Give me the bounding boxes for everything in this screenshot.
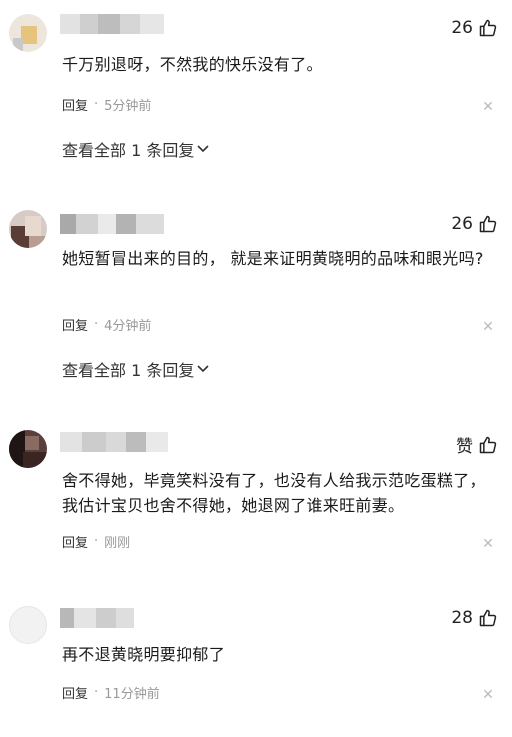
avatar[interactable] bbox=[9, 606, 47, 644]
reply-link[interactable]: 回复 bbox=[62, 95, 88, 114]
view-all-label: 查看全部 1 条回复 bbox=[62, 361, 195, 380]
thumbs-up-icon bbox=[479, 215, 497, 233]
thumbs-up-icon bbox=[479, 436, 497, 453]
reply-link[interactable]: 回复 bbox=[62, 315, 88, 334]
comment-text: 千万别退呀，不然我的快乐没有了。 bbox=[62, 55, 323, 74]
like-button[interactable]: 26 bbox=[451, 18, 498, 38]
timestamp: 4分钟前 bbox=[104, 319, 152, 334]
timestamp: 11分钟前 bbox=[104, 687, 160, 702]
like-count: 26 bbox=[451, 18, 473, 38]
separator-dot: · bbox=[94, 97, 99, 112]
like-button[interactable]: 赞 bbox=[456, 432, 498, 457]
like-button[interactable]: 28 bbox=[451, 608, 498, 628]
avatar[interactable] bbox=[9, 210, 47, 248]
avatar[interactable] bbox=[9, 430, 47, 468]
comment-item: 赞 舍不得她，毕竟笑料没有了，也没有人给我示范吃蛋糕了，我估计宝贝也舍不得她，她… bbox=[0, 414, 512, 574]
username-blurred[interactable] bbox=[60, 432, 168, 452]
reply-link[interactable]: 回复 bbox=[62, 532, 88, 551]
comment-meta: 回复 · 4分钟前 bbox=[62, 315, 151, 334]
comment-meta: 回复 · 5分钟前 bbox=[62, 95, 151, 114]
close-icon[interactable]: ✕ bbox=[482, 537, 494, 551]
comment-text: 再不退黄晓明要抑郁了 bbox=[62, 645, 226, 664]
like-count: 28 bbox=[451, 608, 473, 628]
username-blurred[interactable] bbox=[60, 214, 164, 234]
close-icon[interactable]: ✕ bbox=[482, 688, 494, 702]
comment-meta: 回复 · 刚刚 bbox=[62, 532, 130, 551]
chevron-down-icon bbox=[197, 145, 209, 153]
comment-meta: 回复 · 11分钟前 bbox=[62, 683, 160, 702]
separator-dot: · bbox=[94, 685, 99, 700]
comment-item: 26 千万别退呀，不然我的快乐没有了。 回复 · 5分钟前 ✕ 查看全部 1 条… bbox=[0, 0, 512, 180]
view-all-label: 查看全部 1 条回复 bbox=[62, 141, 195, 160]
close-icon[interactable]: ✕ bbox=[482, 320, 494, 334]
comment-text: 舍不得她，毕竟笑料没有了，也没有人给我示范吃蛋糕了，我估计宝贝也舍不得她，她退网… bbox=[62, 471, 486, 515]
like-button[interactable]: 26 bbox=[451, 214, 498, 234]
like-count: 26 bbox=[451, 214, 473, 234]
comment-item: 26 她短暂冒出来的目的， 就是来证明黄晓明的品味和眼光吗? 回复 · 4分钟前… bbox=[0, 196, 512, 396]
thumbs-up-icon bbox=[479, 19, 497, 37]
avatar[interactable] bbox=[9, 14, 47, 52]
timestamp: 刚刚 bbox=[104, 536, 131, 551]
view-all-replies[interactable]: 查看全部 1 条回复 bbox=[62, 137, 209, 161]
thumbs-up-icon bbox=[479, 609, 497, 627]
like-label: 赞 bbox=[456, 437, 473, 457]
view-all-replies[interactable]: 查看全部 1 条回复 bbox=[62, 357, 209, 381]
username-blurred[interactable] bbox=[60, 608, 134, 628]
reply-link[interactable]: 回复 bbox=[62, 683, 88, 702]
separator-dot: · bbox=[94, 534, 99, 549]
comment-item: 28 再不退黄晓明要抑郁了 回复 · 11分钟前 ✕ bbox=[0, 590, 512, 737]
close-icon[interactable]: ✕ bbox=[482, 100, 494, 114]
username-blurred[interactable] bbox=[60, 14, 164, 34]
separator-dot: · bbox=[94, 317, 99, 332]
chevron-down-icon bbox=[197, 365, 209, 373]
comment-text: 她短暂冒出来的目的， 就是来证明黄晓明的品味和眼光吗? bbox=[62, 249, 484, 268]
timestamp: 5分钟前 bbox=[104, 99, 152, 114]
